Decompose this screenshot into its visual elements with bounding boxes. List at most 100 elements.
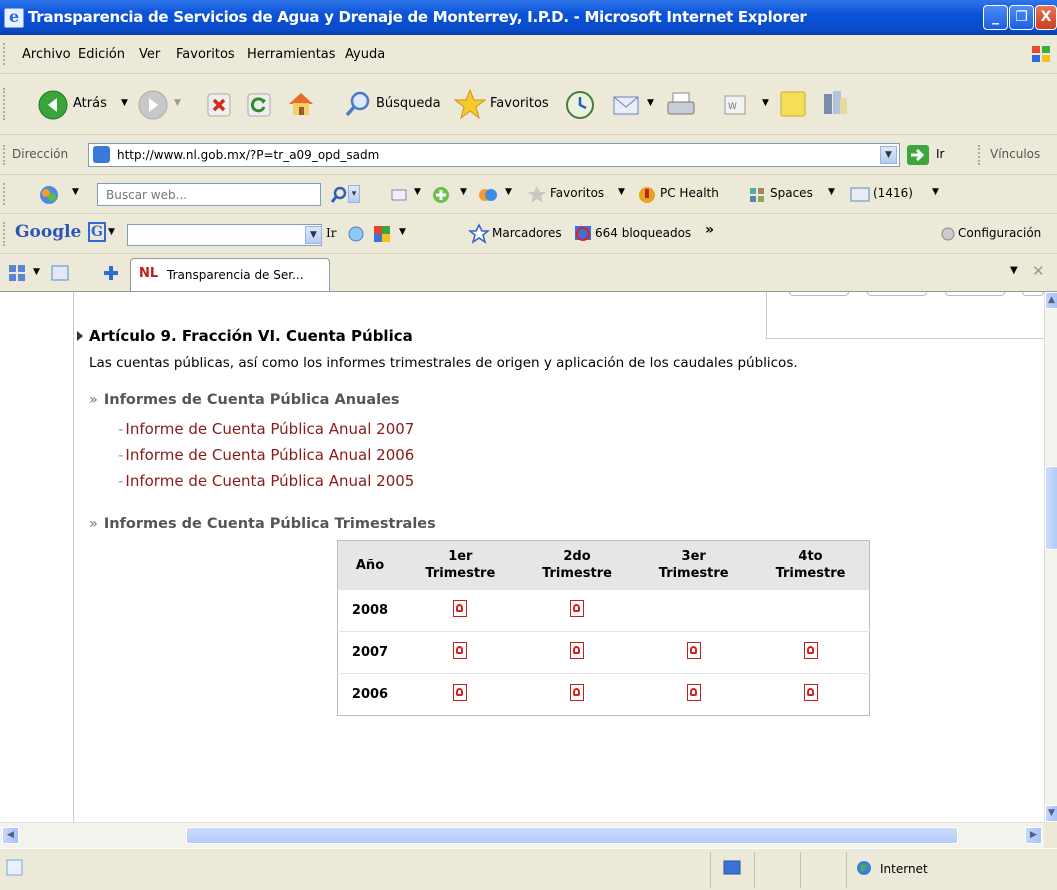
scroll-up-arrow-icon[interactable]: ▲ [1045,292,1057,309]
msn-dropdown-chevron-icon[interactable]: ▼ [72,187,79,197]
history-icon[interactable] [565,90,595,120]
favorites-dropdown-chevron-icon[interactable]: ▼ [618,187,625,197]
close-tab-icon[interactable]: ✕ [1032,262,1045,280]
quick-tabs-icon[interactable] [8,264,26,282]
forward-dropdown-chevron-icon[interactable]: ▼ [174,98,181,108]
settings-menu[interactable]: Configuración [958,226,1041,240]
toolbar-grip[interactable] [3,43,8,65]
tab-list-icon[interactable] [50,264,70,282]
google-search-input[interactable] [127,224,322,246]
scroll-down-arrow-icon[interactable]: ▼ [1045,805,1057,822]
google-search-dropdown-chevron-icon[interactable]: ▼ [305,226,322,244]
toolbar-grip[interactable] [3,222,8,246]
pdf-file-icon[interactable] [803,684,818,701]
research-icon[interactable] [820,88,850,118]
messenger-dropdown-chevron-icon[interactable]: ▼ [505,187,512,197]
pdf-file-icon[interactable] [453,600,468,617]
mail-icon[interactable] [612,91,644,119]
horizontal-scrollbar[interactable]: ◀ ▶ [0,822,1044,848]
menu-herramientas[interactable]: Herramientas [247,47,336,62]
tab-menu-chevron-icon[interactable]: ▼ [1010,265,1018,276]
vertical-scrollbar[interactable]: ▲ ▼ [1044,292,1057,822]
google-g-icon[interactable]: G [88,222,106,242]
go-button-label[interactable]: Ir [936,147,944,161]
toolbar-grip[interactable] [3,88,8,120]
annual-report-2005-link[interactable]: - Informe de Cuenta Pública Anual 2005 [118,472,414,490]
link-text[interactable]: Informe de Cuenta Pública Anual 2005 [125,472,414,490]
hotmail-icon[interactable] [850,186,870,204]
link-text[interactable]: Informe de Cuenta Pública Anual 2007 [125,420,414,438]
highlight-icon[interactable] [390,186,408,204]
pdf-file-icon[interactable] [453,642,468,659]
widget-tab[interactable] [789,292,849,296]
address-url[interactable]: http://www.nl.gob.mx/?P=tr_a09_opd_sadm [117,148,379,162]
edit-word-icon[interactable]: W [722,92,748,118]
edit-dropdown-chevron-icon[interactable]: ▼ [762,98,769,108]
address-dropdown-chevron-icon[interactable]: ▼ [880,146,897,164]
refresh-icon[interactable] [246,92,272,118]
horizontal-scroll-thumb[interactable] [186,827,958,844]
pdf-file-icon[interactable] [570,642,584,659]
bookmarks-menu[interactable]: Marcadores [492,226,562,240]
vertical-scroll-thumb[interactable] [1045,466,1057,550]
add-dropdown-chevron-icon[interactable]: ▼ [460,187,467,197]
popup-blocker-icon[interactable] [372,224,394,244]
web-search-input[interactable]: Buscar web... [97,183,321,206]
pdf-file-icon[interactable] [803,642,818,659]
annual-report-2007-link[interactable]: - Informe de Cuenta Pública Anual 2007 [118,420,414,438]
close-button[interactable]: X [1035,5,1057,30]
pdf-file-icon[interactable] [686,642,701,659]
pdf-file-icon[interactable] [570,600,584,617]
maximize-button[interactable]: ❐ [1009,5,1034,30]
menu-archivo[interactable]: Archivo [22,47,71,62]
settings-radio-icon[interactable] [940,226,956,242]
popups-blocked-count[interactable]: 664 bloqueados [595,226,691,240]
back-dropdown-chevron-icon[interactable]: ▼ [121,98,128,108]
new-tab-plus-icon[interactable] [101,263,121,283]
mail-count-dropdown-chevron-icon[interactable]: ▼ [932,187,939,197]
blocker-dropdown-chevron-icon[interactable]: ▼ [399,227,406,237]
back-button-label[interactable]: Atrás [73,96,107,111]
pc-health-icon[interactable] [637,185,657,205]
link-text[interactable]: Informe de Cuenta Pública Anual 2006 [125,446,414,464]
msn-butterfly-icon[interactable] [38,184,60,206]
favorites-menu[interactable]: Favoritos [550,186,604,200]
address-input[interactable]: http://www.nl.gob.mx/?P=tr_a09_opd_sadm … [88,143,900,167]
menu-ver[interactable]: Ver [139,47,160,62]
favorites-star-icon[interactable] [454,88,486,120]
back-arrow-icon[interactable] [38,90,68,120]
news-icon[interactable] [346,224,368,244]
pc-health-button[interactable]: PC Health [660,186,719,200]
print-icon[interactable] [665,90,697,120]
toolbar-grip[interactable] [3,145,8,165]
pdf-file-icon[interactable] [686,684,701,701]
stop-icon[interactable] [206,92,232,118]
scroll-right-arrow-icon[interactable]: ▶ [1025,827,1042,844]
notes-icon[interactable] [778,89,808,119]
links-label[interactable]: Vínculos [990,147,1040,161]
forward-arrow-icon[interactable] [138,90,168,120]
menu-ayuda[interactable]: Ayuda [345,47,385,62]
pdf-file-icon[interactable] [453,684,468,701]
msn-messenger-icon[interactable] [477,185,499,205]
spaces-dropdown-chevron-icon[interactable]: ▼ [828,187,835,197]
mail-count[interactable]: (1416) [873,186,913,200]
go-arrow-icon[interactable] [906,144,930,166]
more-chevron-icon[interactable]: » [705,222,714,238]
magnifier-icon[interactable] [330,186,348,204]
pdf-file-icon[interactable] [570,684,584,701]
home-icon[interactable] [286,89,316,119]
mail-dropdown-chevron-icon[interactable]: ▼ [647,98,654,108]
google-go-button[interactable]: Ir [326,226,336,240]
widget-tab[interactable] [945,292,1005,296]
google-logo[interactable]: Google [15,222,81,242]
minimize-button[interactable]: _ [983,5,1008,30]
add-icon[interactable] [430,184,452,206]
scroll-left-arrow-icon[interactable]: ◀ [2,827,19,844]
menu-edicion[interactable]: Edición [78,47,125,62]
spaces-button[interactable]: Spaces [770,186,813,200]
menu-favoritos[interactable]: Favoritos [176,47,235,62]
tab-list-chevron-icon[interactable]: ▼ [33,267,40,277]
google-menu-chevron-icon[interactable]: ▼ [108,227,115,237]
search-options-chevron-icon[interactable]: ▾ [348,185,360,203]
